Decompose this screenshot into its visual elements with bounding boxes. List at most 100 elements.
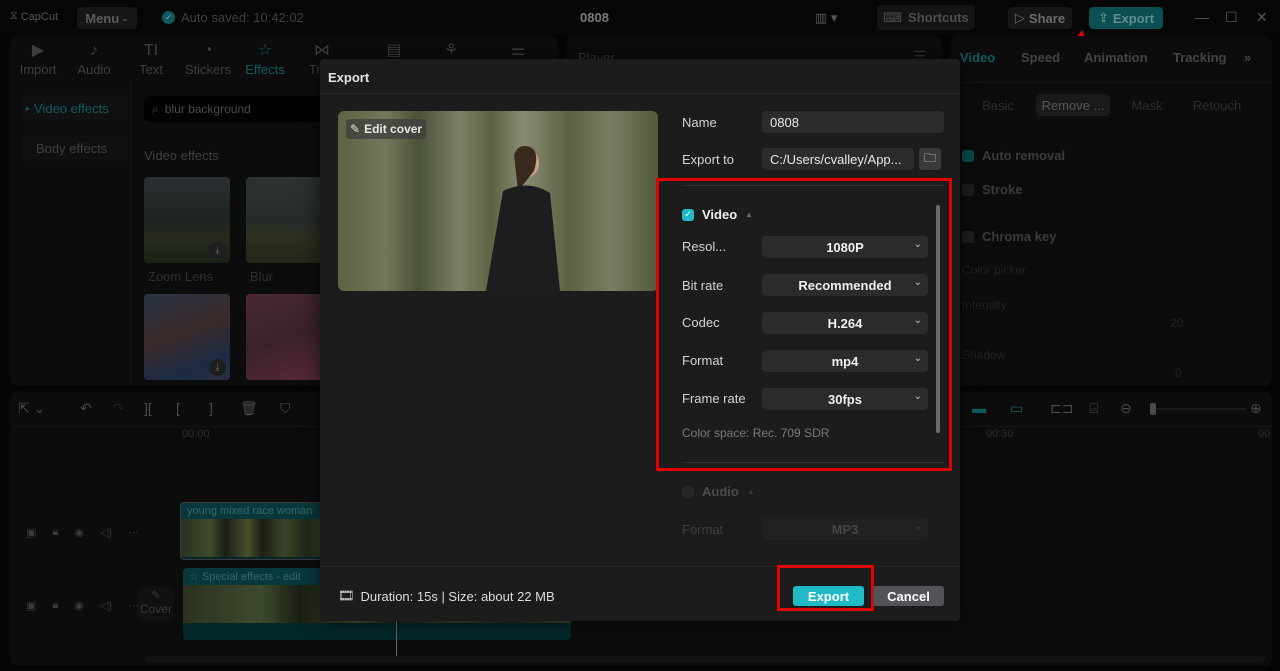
shadow-value[interactable]: 0 (1175, 366, 1182, 380)
film-icon: 🎞︎ (338, 588, 355, 603)
link-icon[interactable]: ▭ (1010, 400, 1023, 417)
minimize-icon[interactable]: — (1195, 9, 1209, 25)
intensity-value[interactable]: 20 (1170, 316, 1183, 330)
layout-icon[interactable]: ▥ ▾ (815, 10, 837, 26)
select-tool-icon[interactable]: ⇱ ⌄ (18, 400, 45, 417)
track-controls: ▣ 🔒︎ ◉ ◁) ⋯ (26, 526, 139, 539)
capcut-logo-icon: ⧖ (10, 10, 18, 22)
divider (682, 185, 944, 186)
zoom-in-icon[interactable]: ⊕ (1250, 400, 1262, 417)
undo-icon[interactable]: ↶ (80, 400, 92, 417)
zoom-out-icon[interactable]: ⊖ (1120, 400, 1132, 417)
sidebar-item-video-effects[interactable]: ▸ Video effects (22, 95, 128, 121)
edit-cover-button[interactable]: ✎ Edit cover (346, 119, 427, 139)
auto-removal-checkbox[interactable]: Auto removal (962, 148, 1065, 163)
cover-preview: ✎ Edit cover (338, 111, 658, 291)
volume-icon[interactable]: ◁) (100, 599, 112, 612)
lock-icon[interactable]: 🔒︎ (52, 599, 58, 612)
dialog-title: Export (328, 70, 370, 85)
sidebar-item-body-effects[interactable]: Body effects (22, 135, 128, 161)
tab-speed[interactable]: Speed (1021, 50, 1060, 65)
magnet-icon[interactable]: ▬ (972, 400, 986, 416)
audio-format-dropdown[interactable]: MP3 ⌄ (762, 518, 928, 540)
audio-icon: ♪ (90, 42, 98, 59)
zoom-slider-handle[interactable] (1150, 403, 1156, 415)
video-section-toggle[interactable]: ✓ Video ▲ (682, 207, 753, 222)
delete-icon[interactable]: 🗑 (240, 400, 258, 417)
subtab-remove[interactable]: Remove ... (1036, 94, 1110, 116)
subtab-retouch[interactable]: Retouch (1182, 94, 1252, 116)
split-icon[interactable]: ][ (144, 400, 152, 416)
color-space-info: Color space: Rec. 709 SDR (682, 426, 830, 440)
split-left-icon[interactable]: [ (176, 400, 180, 416)
cover-button[interactable]: ✎ Cover (138, 586, 174, 622)
format-dropdown[interactable]: mp4 ⌄ (762, 350, 928, 372)
lock-icon[interactable]: 🔒︎ (52, 526, 58, 539)
resolution-dropdown[interactable]: 1080P ⌄ (762, 236, 928, 258)
checkbox-checked-icon[interactable]: ✓ (682, 208, 694, 221)
share-button[interactable]: ▷ Share (1008, 7, 1072, 29)
download-icon[interactable]: ⤓ (209, 359, 226, 376)
cancel-button[interactable]: Cancel (873, 586, 944, 606)
toolbar-import[interactable]: ▶ Import (12, 40, 64, 77)
person-silhouette (486, 146, 560, 291)
maximize-icon[interactable]: ☐ (1225, 9, 1238, 26)
shortcuts-button[interactable]: ⌨ Shortcuts (877, 5, 975, 30)
tab-tracking[interactable]: Tracking (1173, 50, 1226, 65)
effect-thumbnail[interactable]: ⤓ (144, 294, 230, 380)
toolbar-stickers[interactable]: ◔ Stickers (182, 40, 234, 77)
tab-adjust[interactable]: » (1244, 50, 1251, 65)
audio-section-toggle[interactable]: Audio ▲ (682, 484, 755, 499)
video-clip[interactable]: young mixed race woman (180, 502, 330, 560)
zoom-slider[interactable] (1150, 403, 1246, 415)
eye-icon[interactable]: ◉ (74, 599, 84, 612)
chevron-down-icon: ⌄ (121, 12, 129, 23)
stickers-icon: ◔ (203, 42, 213, 59)
chroma-key-checkbox[interactable]: Chroma key (962, 229, 1056, 244)
effects-icon: ☆ (257, 42, 273, 59)
toolbar-effects[interactable]: ☆ Effects (239, 40, 291, 77)
track-thumb-icon[interactable]: ▣ (26, 599, 36, 612)
chevron-down-icon: ⌄ (913, 315, 922, 326)
divider (950, 82, 1272, 83)
subtab-basic[interactable]: Basic (972, 94, 1024, 116)
export-path-input[interactable]: C:/Users/cvalley/App... (762, 148, 914, 170)
tab-animation[interactable]: Animation (1084, 50, 1148, 65)
volume-icon[interactable]: ◁) (100, 526, 112, 539)
mask-icon[interactable]: ⛉ (280, 400, 291, 417)
toolbar-text[interactable]: TI Text (125, 40, 177, 77)
export-button[interactable]: Export (793, 586, 864, 606)
tab-video[interactable]: Video (960, 50, 995, 65)
download-icon[interactable]: ⤓ (209, 242, 226, 259)
framerate-dropdown[interactable]: 30fps ⌄ (762, 388, 928, 410)
bitrate-dropdown[interactable]: Recommended ⌄ (762, 274, 928, 296)
timeline-scrollbar[interactable] (145, 656, 1265, 662)
track-thumb-icon[interactable]: ▣ (26, 526, 36, 539)
codec-dropdown[interactable]: H.264 ⌄ (762, 312, 928, 334)
eye-icon[interactable]: ◉ (74, 526, 84, 539)
track-controls: ▣ 🔒︎ ◉ ◁) ⋯ (26, 599, 139, 612)
check-circle-icon: ✓ (162, 11, 175, 24)
redo-icon[interactable]: ↷ (113, 400, 125, 417)
chevron-down-icon: ⌄ (913, 277, 922, 288)
stroke-checkbox[interactable]: Stroke (962, 182, 1022, 197)
playhead[interactable] (396, 620, 397, 656)
name-input[interactable]: 0808 (762, 111, 944, 133)
toolbar-audio[interactable]: ♪ Audio (68, 40, 120, 77)
more-icon[interactable]: ⋯ (128, 526, 139, 539)
effect-thumbnail-zoom-lens[interactable]: ⤓ (144, 177, 230, 263)
menu-button[interactable]: Menu ⌄ (77, 7, 137, 29)
export-dialog: Export ✎ Edit cover Name 0808 Export to C… (320, 59, 960, 621)
checkbox-icon[interactable] (682, 485, 694, 498)
search-input[interactable]: ⌕ blur background (144, 96, 344, 122)
split-align-icon[interactable]: ⊏⊐ (1050, 400, 1073, 417)
subtab-mask[interactable]: Mask (1122, 94, 1172, 116)
preview-icon[interactable]: ⌸ (1090, 400, 1098, 417)
folder-icon[interactable]: 🗀 (919, 148, 941, 170)
export-button-top[interactable]: ⇪ Export (1089, 7, 1163, 29)
settings-scrollbar[interactable] (936, 205, 940, 433)
title-bar: ⧖ CapCut Menu ⌄ ✓ Auto saved: 10:42:02 0808… (0, 0, 1280, 59)
split-right-icon[interactable]: ] (209, 400, 213, 416)
export-info: 🎞︎ Duration: 15s | Size: about 22 MB (338, 588, 555, 604)
close-icon[interactable]: ✕ (1256, 9, 1268, 26)
